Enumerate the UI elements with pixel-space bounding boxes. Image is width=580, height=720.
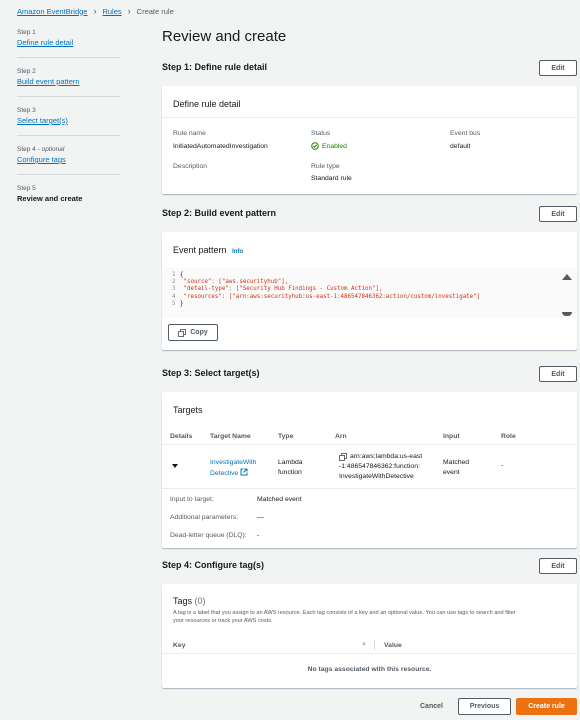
panel-title: Tags (0) [173, 596, 206, 606]
cancel-button[interactable]: Cancel [420, 703, 443, 710]
edit-step1-button[interactable]: Edit [539, 60, 577, 76]
input-to-target-value: Matched event [257, 496, 302, 503]
table-row: InvestigateWith Detective Lambda function… [162, 445, 577, 489]
section-title-step2: Step 2: Build event pattern [162, 208, 277, 218]
wizard-step-1: Step 1 Define rule detail [17, 29, 73, 47]
step-link-define-rule[interactable]: Define rule detail [17, 38, 73, 47]
step-divider [17, 135, 120, 136]
col-key: Key [173, 642, 186, 649]
col-target-name: Target Name [210, 433, 251, 440]
tags-table-header: Key ▲ Value [162, 637, 577, 654]
panel-rule-detail: Define rule detail Rule name InitiatedAu… [162, 86, 577, 194]
table-header: Details Target Name Type Arn Input Role [162, 428, 577, 445]
step-label: Step 4 - optional [17, 146, 65, 153]
check-circle-icon [311, 142, 319, 150]
panel-tags: Tags (0) A tag is a label that you assig… [162, 584, 577, 688]
code-line: 4 "resources": ["arn:aws:securityhub:us-… [172, 293, 481, 300]
col-type: Type [278, 433, 294, 440]
breadcrumb: Amazon EventBridge › Rules › Create rule [17, 6, 174, 16]
column-divider [374, 640, 375, 650]
step-divider [17, 174, 120, 175]
status-text: Enabled [322, 142, 347, 150]
code-editor[interactable]: 1{ 2 "source": ["aws.securityhub"], 3 "d… [162, 268, 577, 318]
code-line: 2 "source": ["aws.securityhub"], [172, 279, 289, 286]
scroll-up-icon[interactable] [562, 274, 572, 280]
col-input: Input [443, 433, 460, 440]
step-link-event-pattern[interactable]: Build event pattern [17, 77, 80, 86]
wizard-step-3: Step 3 Select target(s) [17, 107, 68, 125]
target-name-link[interactable]: InvestigateWith Detective [210, 458, 256, 479]
target-arn: arn:aws:lambda:us-east -1:486547846362:f… [339, 453, 423, 480]
section-title-step1: Step 1: Define rule detail [162, 62, 268, 72]
panel-targets: Targets Details Target Name Type Arn Inp… [162, 392, 577, 548]
event-bus-label: Event bus [450, 130, 481, 137]
panel-title: Event pattern Info [173, 245, 244, 255]
copy-button[interactable]: Copy [168, 324, 218, 341]
target-input: Matched event [443, 459, 470, 476]
copy-icon [178, 328, 187, 337]
code-line: 1{ [172, 272, 184, 278]
rule-name-label: Rule name [173, 130, 206, 137]
create-rule-button[interactable]: Create rule [516, 698, 577, 715]
step-label: Step 3 [17, 107, 36, 114]
step-link-targets[interactable]: Select target(s) [17, 116, 68, 125]
target-type: Lambda function [278, 459, 303, 476]
breadcrumb-rules[interactable]: Rules [102, 7, 121, 16]
breadcrumb-eventbridge[interactable]: Amazon EventBridge [17, 7, 87, 16]
caret-down-icon[interactable] [172, 464, 178, 468]
tags-count: (0) [194, 596, 206, 606]
wizard-step-4: Step 4 - optional Configure tags [17, 146, 66, 164]
step-label: Step 2 [17, 68, 36, 75]
external-link-icon [240, 468, 248, 476]
chevron-right-icon: › [93, 6, 97, 16]
edit-step2-button[interactable]: Edit [539, 206, 577, 222]
step-current-review: Review and create [17, 194, 83, 203]
step-label: Step 1 [17, 29, 36, 36]
copy-label: Copy [190, 329, 208, 336]
edit-step3-button[interactable]: Edit [539, 366, 577, 382]
panel-title: Targets [173, 405, 203, 415]
step-link-tags[interactable]: Configure tags [17, 155, 66, 164]
col-arn: Arn [335, 433, 347, 440]
section-title-step4: Step 4: Configure tag(s) [162, 560, 265, 570]
rule-name-value: InitiatedAutomatedInvestigation [173, 143, 268, 150]
previous-button[interactable]: Previous [458, 698, 511, 715]
chevron-right-icon: › [127, 6, 131, 16]
info-link[interactable]: Info [232, 249, 243, 255]
dlq-label: Dead-letter queue (DLQ): [170, 532, 247, 539]
page-title: Review and create [162, 28, 287, 45]
code-line: 3 "detail-type": ["Security Hub Findings… [172, 286, 383, 293]
col-details: Details [170, 433, 193, 440]
description-label: Description [173, 163, 207, 170]
input-to-target-label: Input to target: [170, 496, 214, 503]
wizard-step-5: Step 5 Review and create [17, 185, 82, 203]
panel-title: Define rule detail [162, 86, 577, 118]
dlq-value: - [257, 532, 260, 539]
col-role: Role [501, 433, 516, 440]
copy-icon[interactable] [339, 453, 347, 461]
empty-state: No tags associated with this resource. [307, 666, 432, 673]
sort-icon[interactable]: ▲ [361, 641, 367, 647]
tags-description: A tag is a label that you assign to an A… [173, 610, 516, 624]
section-title-step3: Step 3: Select target(s) [162, 368, 260, 378]
status-value: Enabled [311, 142, 347, 150]
step-label: Step 5 [17, 185, 36, 192]
target-role: - [501, 462, 504, 469]
rule-type-value: Standard rule [311, 175, 352, 182]
rule-type-label: Rule type [311, 163, 340, 170]
panel-event-pattern: Event pattern Info 1{ 2 "source": ["aws.… [162, 232, 577, 350]
additional-params-value: — [257, 514, 264, 521]
additional-params-label: Additional parameters: [170, 514, 239, 521]
status-label: Status [311, 130, 331, 137]
event-bus-value: default [450, 143, 471, 150]
step-optional: optional [41, 146, 65, 153]
step-divider [17, 57, 120, 58]
step-divider [17, 96, 120, 97]
breadcrumb-current: Create rule [136, 6, 174, 16]
wizard-step-2: Step 2 Build event pattern [17, 68, 80, 86]
col-value: Value [384, 642, 402, 649]
edit-step4-button[interactable]: Edit [539, 558, 577, 574]
code-line: 5} [172, 300, 184, 307]
